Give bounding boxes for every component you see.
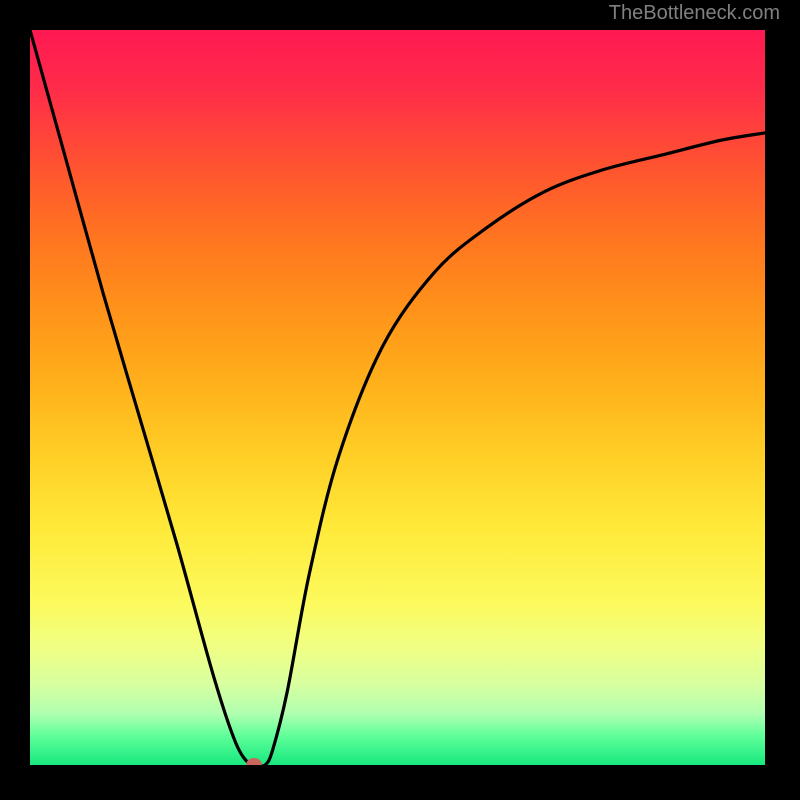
minimum-marker-icon: [246, 758, 262, 765]
curve-svg: [30, 30, 765, 765]
watermark-text: TheBottleneck.com: [609, 2, 780, 25]
plot-area: [30, 30, 765, 765]
bottleneck-curve: [30, 30, 765, 765]
